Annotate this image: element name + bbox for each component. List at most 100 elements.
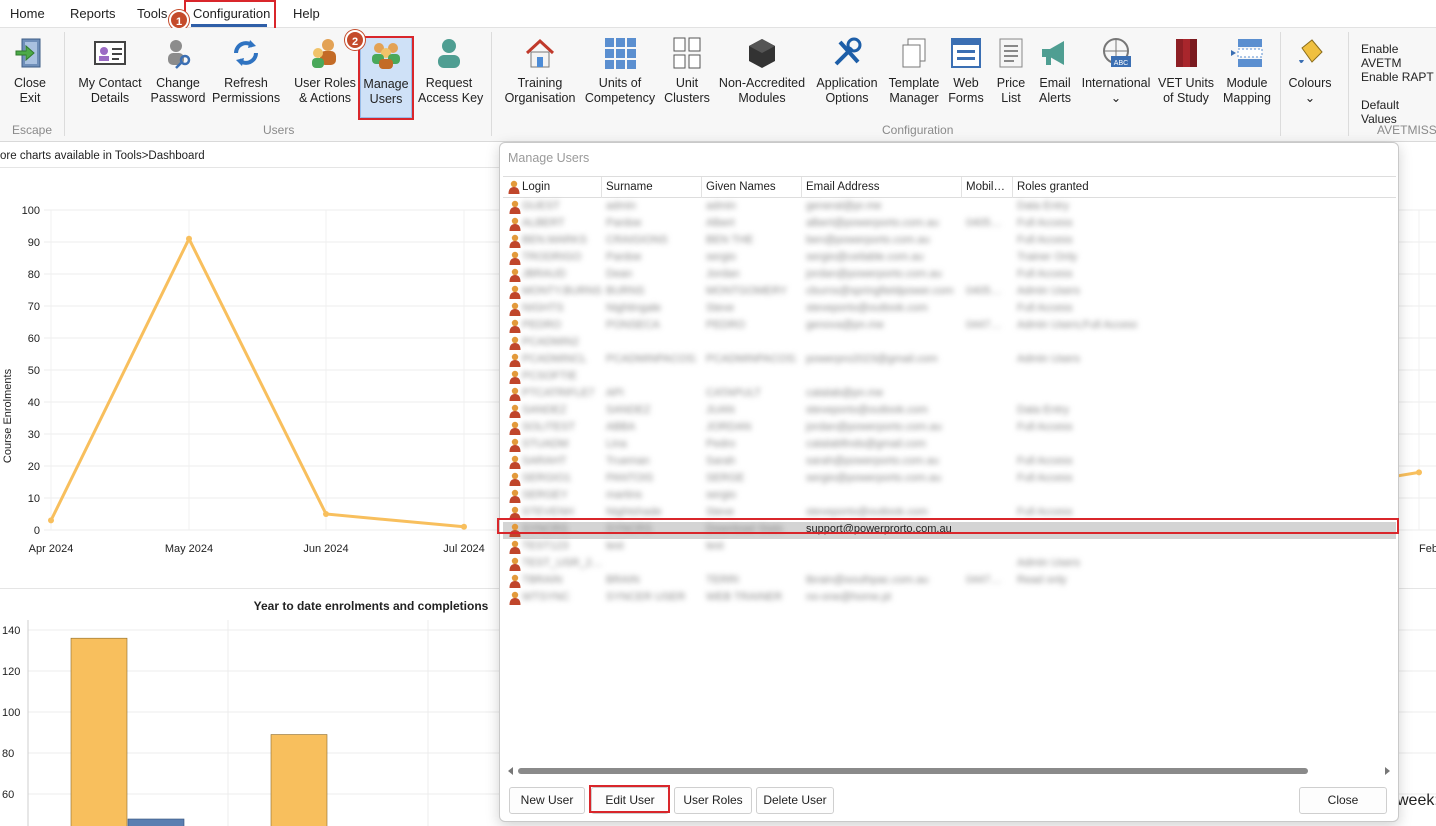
cell-given: Jordan: [706, 268, 740, 280]
cell-surname: PCADMINPACOS23: [606, 353, 696, 365]
table-row[interactable]: SERGIO1 PANTOIS SERGE sergio@powerporto.com…: [503, 471, 1396, 488]
table-row[interactable]: PEDRO PONSECA PEDRO genova@pn.me 0447… Admin …: [503, 318, 1396, 335]
default-values-option[interactable]: Default Values: [1361, 98, 1436, 126]
menu-reports[interactable]: Reports: [70, 6, 116, 21]
y-tick-label: 30: [28, 429, 40, 441]
international-button[interactable]: ABC International ⌄: [1080, 36, 1152, 106]
delete-user-button[interactable]: Delete User: [756, 787, 834, 814]
cell-email: general@pr.me: [806, 200, 882, 212]
user-icon: [509, 336, 521, 350]
scroll-thumb: [518, 768, 1308, 774]
request-access-key-button[interactable]: Request Access Key: [418, 36, 484, 106]
column-email-address[interactable]: Email Address: [806, 181, 880, 193]
column-roles-granted[interactable]: Roles granted: [1017, 181, 1089, 193]
table-row[interactable]: WTSYNC SYNCER USER WEB TRAINER no-one@home.…: [503, 590, 1396, 607]
cell-login: MONTY.BURNS: [522, 285, 602, 297]
table-row[interactable]: TBRAIN BRAIN TERRI tbrain@southpac.com.au 04…: [503, 573, 1396, 590]
user-icon: [509, 268, 521, 282]
vet-units-of-study-button[interactable]: VET Units of Study: [1158, 36, 1214, 106]
web-forms-button[interactable]: Web Forms: [946, 36, 986, 106]
cell-login: TEST_USR_2…: [522, 557, 602, 569]
table-row[interactable]: STUADM Lina Pedro catalabfinds@gmail.com: [503, 437, 1396, 454]
close-button[interactable]: Close: [1299, 787, 1387, 814]
enable-rapt-option[interactable]: Enable RAPT: [1361, 70, 1434, 84]
horizontal-scrollbar[interactable]: [506, 765, 1392, 777]
cell-email: albert@powerporto.com.au: [806, 217, 939, 229]
colours-button[interactable]: Colours ⌄: [1286, 36, 1334, 106]
scroll-right-icon: [1385, 767, 1390, 775]
user-icon: [509, 251, 521, 265]
data-point: [48, 517, 54, 524]
bar: [127, 818, 185, 826]
unit-clusters-button[interactable]: Unit Clusters: [664, 36, 710, 106]
table-row[interactable]: NIGHTS Nightingale Steve steveporto@outlook…: [503, 301, 1396, 318]
house-icon: [523, 36, 557, 70]
table-row[interactable]: TEST_USR_2… Admin Users: [503, 556, 1396, 573]
table-row[interactable]: SOLITEST ABBA JORDAN jordan@powerporto.com.…: [503, 420, 1396, 437]
cell-surname: ABBA: [606, 421, 636, 433]
close-exit-button[interactable]: Close Exit: [8, 36, 52, 106]
new-user-button[interactable]: New User: [509, 787, 585, 814]
cell-login: SOLITEST: [522, 421, 576, 433]
change-password-button[interactable]: Change Password: [150, 36, 206, 106]
email-alerts-button[interactable]: Email Alerts: [1036, 36, 1074, 106]
column-separator: [701, 177, 702, 198]
cell-given: Steve: [706, 302, 735, 314]
step-badge-2: 2: [345, 30, 365, 50]
user-icon: [509, 472, 521, 486]
my-contact-details-button[interactable]: My Contact Details: [76, 36, 144, 106]
table-row[interactable]: TRODRIGO Pardoe sergio sergio@ceilable.com.…: [503, 250, 1396, 267]
price-list-button[interactable]: Price List: [992, 36, 1030, 106]
enable-avetmiss-option[interactable]: Enable AVETM: [1361, 42, 1436, 70]
column-given-names[interactable]: Given Names: [706, 181, 776, 193]
table-row[interactable]: SANDEZ SANDEZ JUAN steveporto@outlook.com Da…: [503, 403, 1396, 420]
cell-given: JUAN: [706, 404, 735, 416]
column-mobile[interactable]: Mobil…: [966, 181, 1005, 193]
column-separator: [801, 177, 802, 198]
module-mapping-button[interactable]: Module Mapping: [1220, 36, 1274, 106]
training-organisation-button[interactable]: Training Organisation: [503, 36, 577, 106]
cell-roles: Full Access: [1017, 421, 1073, 433]
user-icon: [509, 353, 521, 367]
table-row[interactable]: SARAHT Trueman Sarah sarah@powerporto.com.a…: [503, 454, 1396, 471]
units-of-competency-button[interactable]: Units of Competency: [584, 36, 656, 106]
table-row[interactable]: ALBERT Pardoe Albert albert@powerporto.com.…: [503, 216, 1396, 233]
cube-icon: [745, 36, 779, 70]
non-accredited-modules-button[interactable]: Non-Accredited Modules: [718, 36, 806, 106]
refresh-permissions-button[interactable]: Refresh Permissions: [212, 36, 280, 106]
user-roles-button[interactable]: User Roles: [674, 787, 752, 814]
table-row[interactable]: PTCATRIFLE7 API CATAPULT catalab@pn.me: [503, 386, 1396, 403]
user-icon: [509, 387, 521, 401]
user-icon: [509, 421, 521, 435]
cell-email: sarah@powerporto.com.au: [806, 455, 939, 467]
application-options-button[interactable]: Application Options: [814, 36, 880, 106]
cell-email: cburns@springfieldpower.com: [806, 285, 954, 297]
cell-given: admin: [706, 200, 736, 212]
cell-roles: Full Access: [1017, 234, 1073, 246]
table-row[interactable]: SERGEY martins sergio: [503, 488, 1396, 505]
request-access-key-label: Request Access Key: [418, 76, 484, 105]
grid-icon: [603, 36, 637, 70]
table-row[interactable]: PCSOFTIE: [503, 369, 1396, 386]
bar: [70, 637, 128, 826]
column-login[interactable]: Login: [522, 181, 550, 193]
cell-given: SERGE: [706, 472, 745, 484]
template-manager-button[interactable]: Template Manager: [886, 36, 942, 106]
menu-home[interactable]: Home: [10, 6, 45, 21]
step-badge-1: 1: [169, 10, 189, 30]
bar-chart-title: Year to date enrolments and completions: [254, 599, 489, 613]
table-row[interactable]: GUEST admin admin general@pr.me Data Entry: [503, 199, 1396, 216]
table-row[interactable]: MONTY.BURNS BURNS MONTGOMERY cburns@springf…: [503, 284, 1396, 301]
table-row[interactable]: JBRAUD Dean Jordan jordan@powerporto.com.au…: [503, 267, 1396, 284]
column-surname[interactable]: Surname: [606, 181, 653, 193]
menu-tools[interactable]: Tools: [137, 6, 167, 21]
table-row[interactable]: PCADMIN2: [503, 335, 1396, 352]
table-row[interactable]: PCADMINCL PCADMINPACOS23 PCADMINPACOS23 pow…: [503, 352, 1396, 369]
menu-help[interactable]: Help: [293, 6, 320, 21]
cell-given: Sarah: [706, 455, 736, 467]
table-row[interactable]: TEST123 test test: [503, 539, 1396, 556]
table-row[interactable]: BEN.MARKS CRAIGIONS BEN THE ben@powerporto.…: [503, 233, 1396, 250]
y-tick-label: 50: [28, 365, 40, 377]
escape-group-label: Escape: [12, 123, 53, 137]
mapping-icon: [1230, 36, 1264, 70]
